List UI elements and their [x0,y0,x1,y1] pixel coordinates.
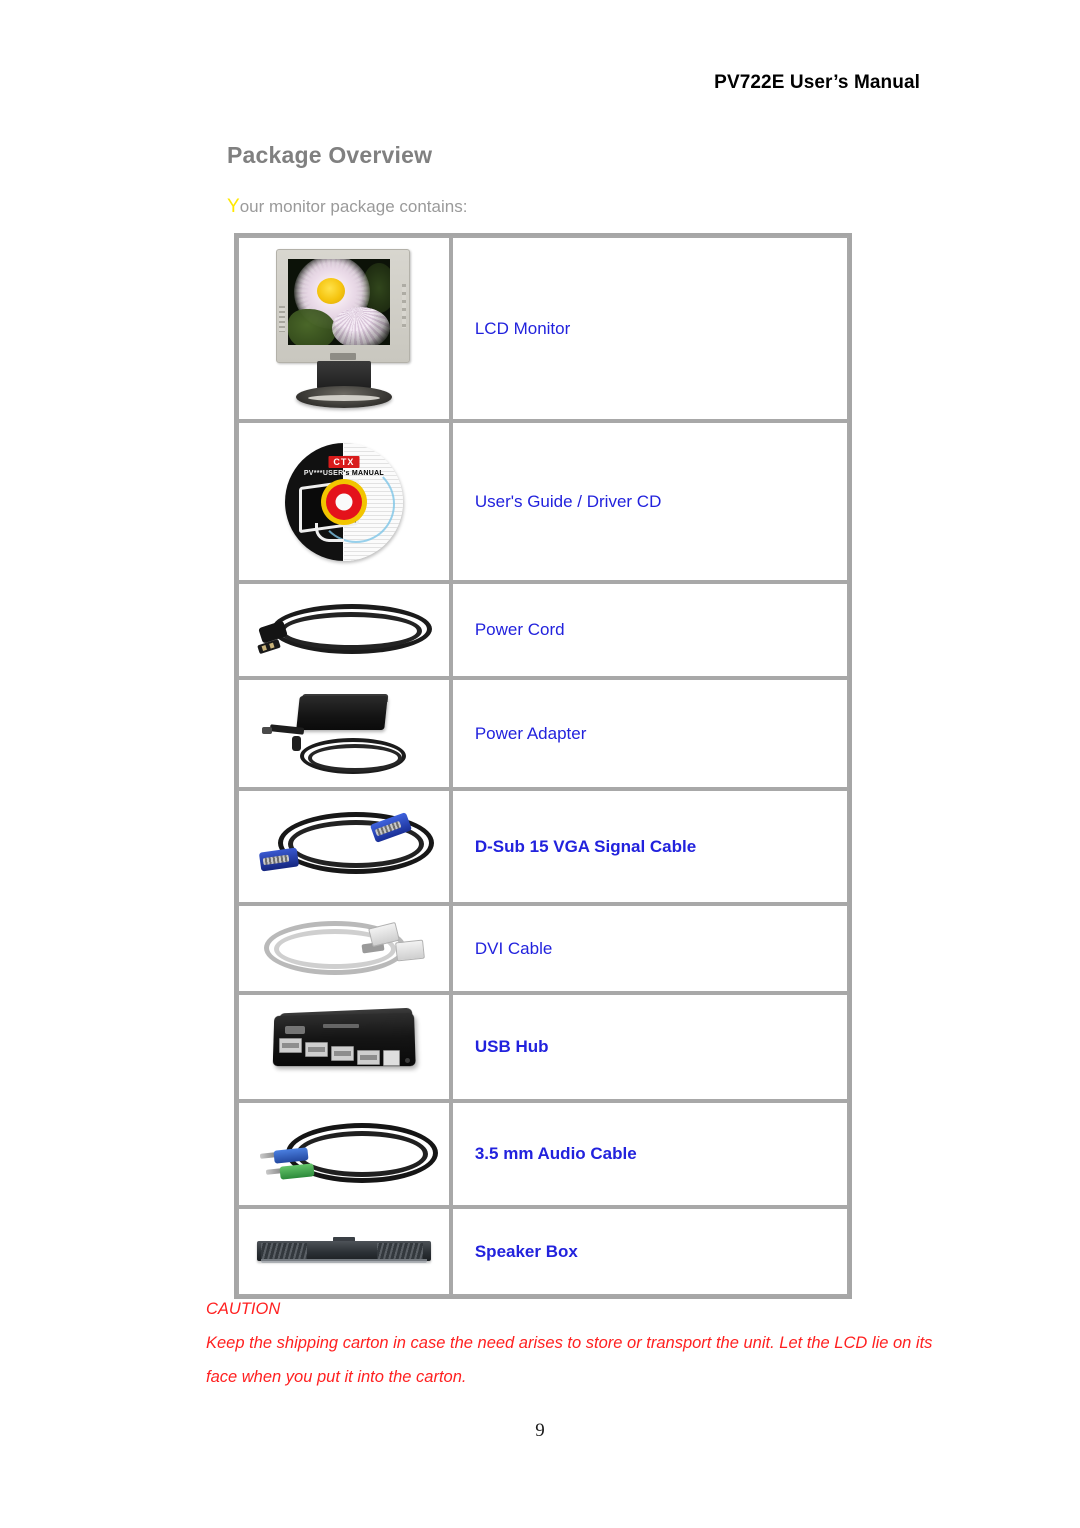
table-cell-image [237,904,451,993]
table-cell-label: DVI Cable [450,904,849,993]
table-cell-label: Power Adapter [450,678,849,789]
audio-jack-green [279,1163,315,1180]
item-label-dvi-cable: DVI Cable [474,938,553,958]
table-cell-label: Speaker Box [450,1207,849,1296]
cord-plug-prongs [257,638,281,655]
usb-hub-logo [284,1026,305,1034]
ctx-logo: CTX [328,455,360,468]
table-cell-label: Power Cord [450,582,849,678]
monitor-body [275,248,410,363]
cd-stand-graphic-icon [314,522,344,542]
cord-loop [279,612,422,650]
caution-block: CAUTION Keep the shipping carton in case… [206,1292,936,1394]
adapter-dc-tip [261,726,272,734]
table-row: USB Hub [237,993,849,1101]
image-wrap [240,1227,448,1277]
item-label-drivers-cd: User's Guide / Driver CD [474,491,662,511]
item-label-vga-cable-lead: D-Sub [474,836,525,856]
usb-hub-led [404,1058,410,1063]
package-contents-table: LCD Monitor CTX PV***USER's MANUAL User'… [234,233,852,1299]
table-row: DVI Cable [237,904,849,993]
cd-title-text: PV***USER's MANUAL [303,469,385,477]
item-label-usb-hub: USB Hub [474,1037,549,1056]
flower-center-icon [316,277,345,304]
usb-hub-photo [265,1006,423,1088]
flower-secondary-icon [331,306,390,345]
monitor-screen [287,258,390,345]
usb-port [356,1050,380,1065]
usb-upstream-port [382,1050,400,1066]
table-row: CTX PV***USER's MANUAL User's Guide / Dr… [237,421,849,582]
adapter-brick [296,695,388,730]
intro-text: our monitor package contains: [239,197,468,216]
monitor-buttons [401,283,406,328]
item-label-speaker-box: Speaker Box [474,1241,578,1261]
lcd-monitor-photo [260,245,428,413]
speaker-grill [376,1242,423,1259]
table-cell-image [237,236,451,421]
table-cell-label: LCD Monitor [450,236,849,421]
table-cell-image [237,1101,451,1207]
image-wrap [240,245,448,413]
intro-dropcap: Y [227,196,240,217]
speaker-box-photo [253,1227,435,1277]
page-title: Package Overview [227,142,433,168]
table-cell-image [237,993,451,1101]
vga-cable-photo [254,806,434,888]
item-label-vga-cable-rest: 15 VGA Signal Cable [524,836,697,856]
table-row: Power Adapter [237,678,849,789]
power-adapter-photo [256,692,432,776]
image-wrap: CTX PV***USER's MANUAL [240,442,448,561]
table-cell-image [237,1207,451,1296]
table-cell-image [237,678,451,789]
table-row: 3.5 mm Audio Cable [237,1101,849,1207]
usb-port [330,1046,354,1061]
image-wrap [240,1117,448,1191]
table-cell-label: D-Sub 15 VGA Signal Cable [450,789,849,904]
cd-hub-hole [335,493,353,510]
power-cord-photo [256,594,432,666]
table-row: D-Sub 15 VGA Signal Cable [237,789,849,904]
usb-port [278,1038,302,1053]
intro-line: Your monitor package contains: [227,196,467,218]
dvi-cable-photo [258,917,430,981]
vga-connector [258,846,300,872]
document-page: PV722E User’s Manual Package Overview Yo… [0,0,1080,1528]
image-wrap [240,806,448,888]
audio-cable-loop [295,1131,428,1177]
table-cell-label: USB Hub [450,993,849,1101]
item-label-lcd-monitor: LCD Monitor [474,318,571,338]
monitor-logo [329,352,356,360]
running-header: PV722E User’s Manual [714,72,920,93]
table-cell-label: 3.5 mm Audio Cable [450,1101,849,1207]
image-wrap [240,594,448,666]
usb-hub-label [322,1024,359,1028]
image-wrap [240,917,448,981]
image-wrap [240,692,448,776]
item-label-power-adapter: Power Adapter [474,723,587,743]
item-label-power-cord: Power Cord [474,620,565,639]
monitor-base-strip [307,394,380,401]
adapter-ferrite-bead [291,735,301,751]
table-cell-label: User's Guide / Driver CD [450,421,849,582]
caution-body: Keep the shipping carton in case the nee… [206,1334,933,1386]
monitor-vents [278,305,285,332]
image-wrap [240,1006,448,1088]
page-number: 9 [535,1420,545,1441]
table-cell-image [237,582,451,678]
usb-port [304,1042,328,1057]
adapter-cable-loop [307,743,402,772]
dvi-connector [395,939,425,961]
table-cell-image [237,789,451,904]
table-row: Power Cord [237,582,849,678]
table-row: Speaker Box [237,1207,849,1296]
speaker-grill [260,1242,307,1259]
table-row: LCD Monitor [237,236,849,421]
audio-cable-photo [256,1117,438,1191]
driver-cd-photo: CTX PV***USER's MANUAL [284,442,403,561]
table-cell-image: CTX PV***USER's MANUAL [237,421,451,582]
caution-title: CAUTION [206,1300,281,1318]
item-label-audio-cable: 3.5 mm Audio Cable [474,1144,637,1163]
speaker-lip [260,1258,427,1263]
